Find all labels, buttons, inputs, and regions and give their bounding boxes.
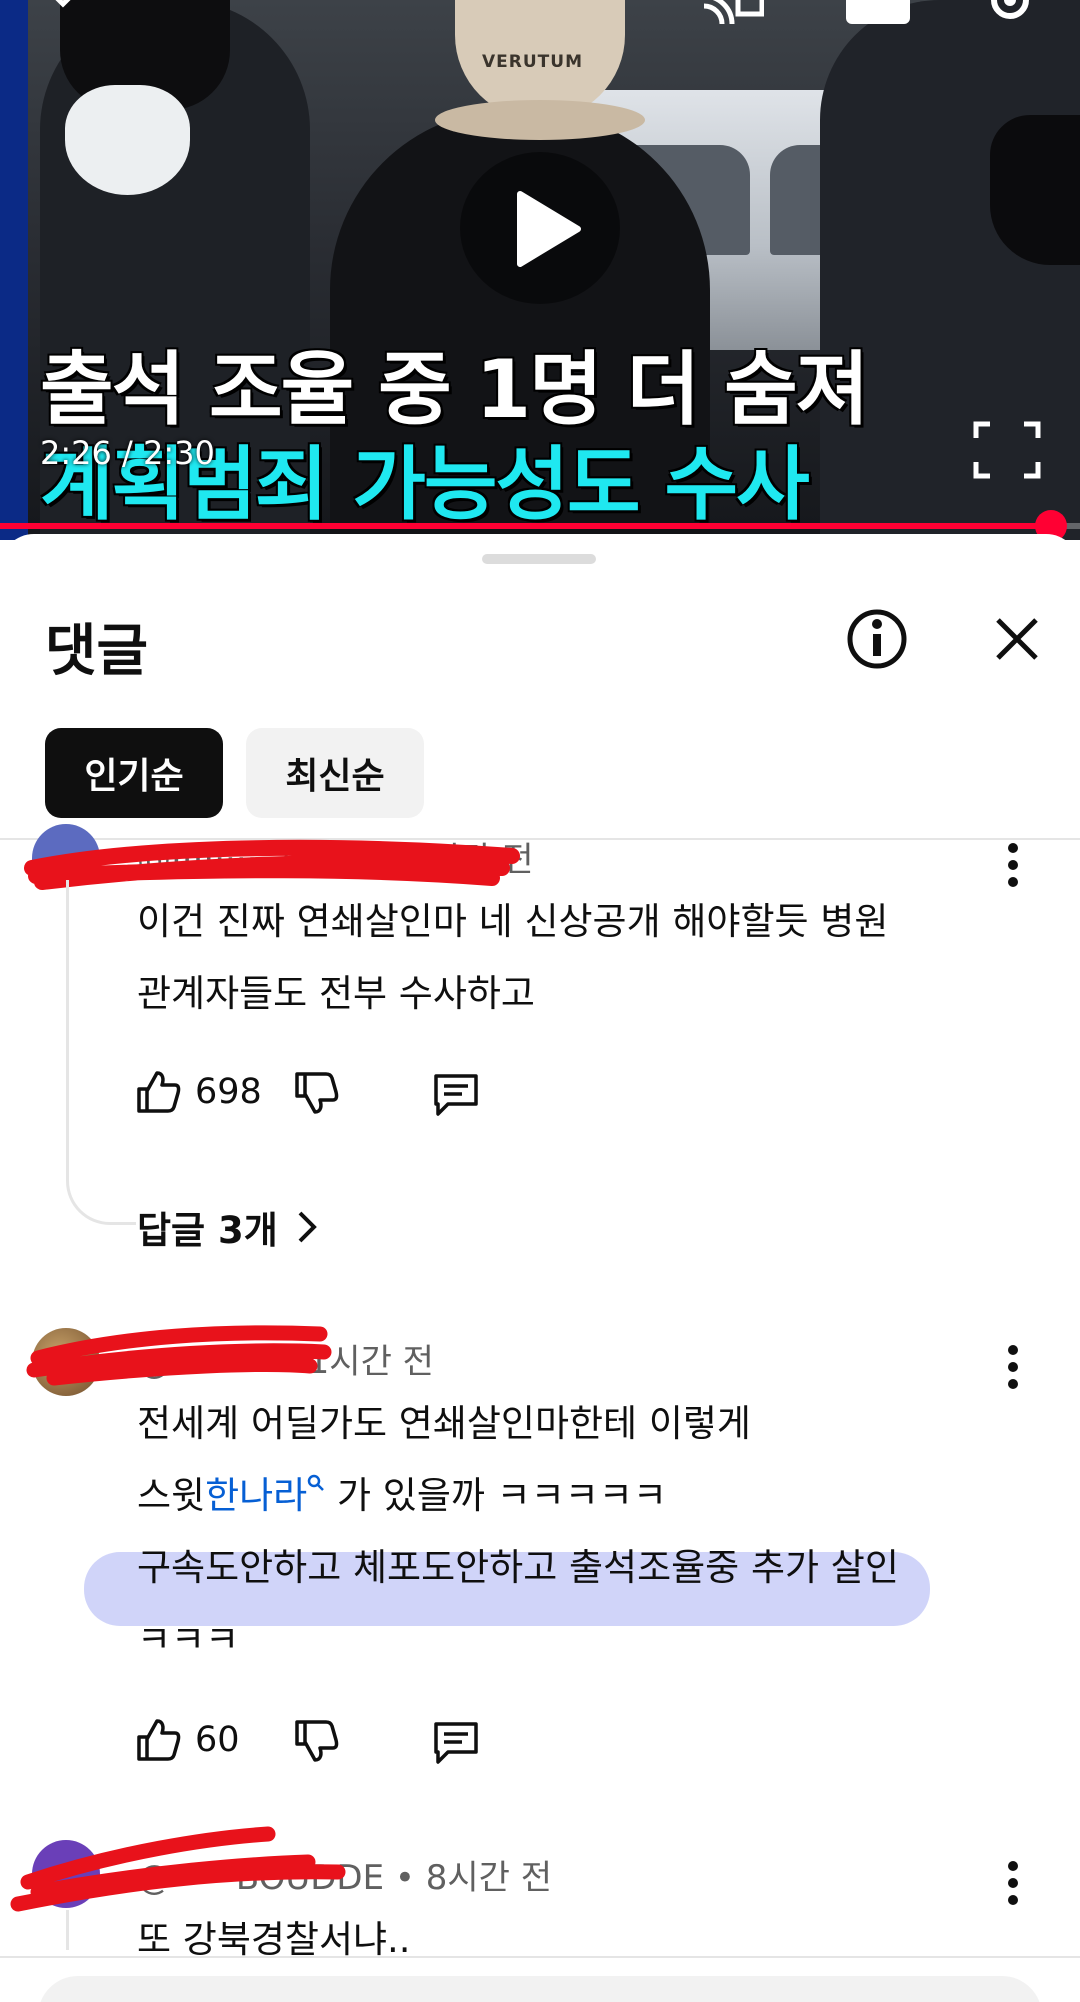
chevron-right-icon: [298, 1211, 317, 1243]
text-segment: 가 있을까 ㅋㅋㅋㅋㅋ: [325, 1474, 667, 1517]
tab-newest[interactable]: 최신순: [246, 728, 424, 818]
comment-text-line: ㅋㅋㅋ: [137, 1618, 240, 1661]
close-icon[interactable]: [986, 608, 1048, 670]
closed-captions-icon[interactable]: [846, 0, 910, 24]
text-segment: 스윗: [137, 1474, 206, 1517]
video-mask-right: [990, 115, 1080, 265]
drag-handle[interactable]: [482, 554, 596, 564]
like-button[interactable]: 60: [135, 1712, 240, 1768]
comment-text-line: 관계자들도 전부 수사하고: [137, 972, 535, 1015]
video-player[interactable]: VERUTUM 출석 조율 중 1명 더 숨져 계획범죄 가능성도 수사 2:2…: [0, 0, 1080, 540]
view-replies-button[interactable]: 답글 3개: [137, 1200, 322, 1254]
thumbs-up-icon: [137, 1719, 181, 1761]
more-vert-icon[interactable]: [1000, 1858, 1026, 1908]
like-button[interactable]: 698: [135, 1064, 262, 1120]
play-button[interactable]: [460, 152, 620, 304]
redaction-scribble: [26, 1325, 332, 1386]
more-vert-icon[interactable]: [1000, 1342, 1026, 1392]
cap-logo-text: VERUTUM: [482, 52, 583, 72]
search-link[interactable]: 한나라: [205, 1474, 307, 1517]
search-icon[interactable]: [307, 1474, 325, 1492]
like-count: 698: [195, 1072, 262, 1112]
reply-icon[interactable]: [432, 1070, 480, 1118]
replies-label: 답글 3개: [137, 1209, 278, 1252]
thread-line: [66, 880, 136, 1225]
comments-sheet: 댓글 인기순 최신순: [0, 534, 1080, 2002]
thumbs-down-icon[interactable]: [293, 1068, 339, 1118]
cast-icon[interactable]: [700, 0, 764, 24]
comment-text-line: 이건 진짜 연쇄살인마 네 신상공개 해야할듯 병원: [137, 900, 889, 943]
reply-icon[interactable]: [432, 1718, 480, 1766]
like-count: 60: [195, 1720, 240, 1760]
comments-title: 댓글: [45, 619, 149, 684]
comment-text-line: 스윗한나라 가 있을까 ㅋㅋㅋㅋㅋ: [137, 1460, 667, 1532]
progress-played: [0, 523, 1051, 529]
video-cap-brim: [435, 100, 645, 140]
comment-text-line: 구속도안하고 체포도안하고 출석조율중 추가 살인: [137, 1546, 899, 1589]
video-progress-bar[interactable]: [0, 510, 1080, 542]
thumbs-down-icon[interactable]: [293, 1716, 339, 1766]
thread-line: [66, 1910, 136, 1950]
fullscreen-icon[interactable]: [972, 420, 1042, 480]
more-vert-icon[interactable]: [1000, 840, 1026, 890]
chevron-down-icon[interactable]: [48, 0, 78, 10]
play-icon: [517, 191, 581, 267]
composer-divider: [0, 1956, 1080, 1958]
add-comment-field[interactable]: [38, 1976, 1042, 2002]
tab-popular[interactable]: 인기순: [45, 728, 223, 818]
info-icon[interactable]: [846, 608, 908, 670]
comment-text-line: 전세계 어딜가도 연쇄살인마한테 이렇게: [137, 1402, 751, 1445]
comment-text-line: 또 강북경찰서냐..: [137, 1918, 411, 1961]
video-edge-frame: [0, 0, 28, 540]
thumbs-up-icon: [137, 1071, 181, 1113]
settings-gear-icon[interactable]: [980, 0, 1040, 28]
video-time: 2:26 / 2:30: [40, 434, 215, 472]
